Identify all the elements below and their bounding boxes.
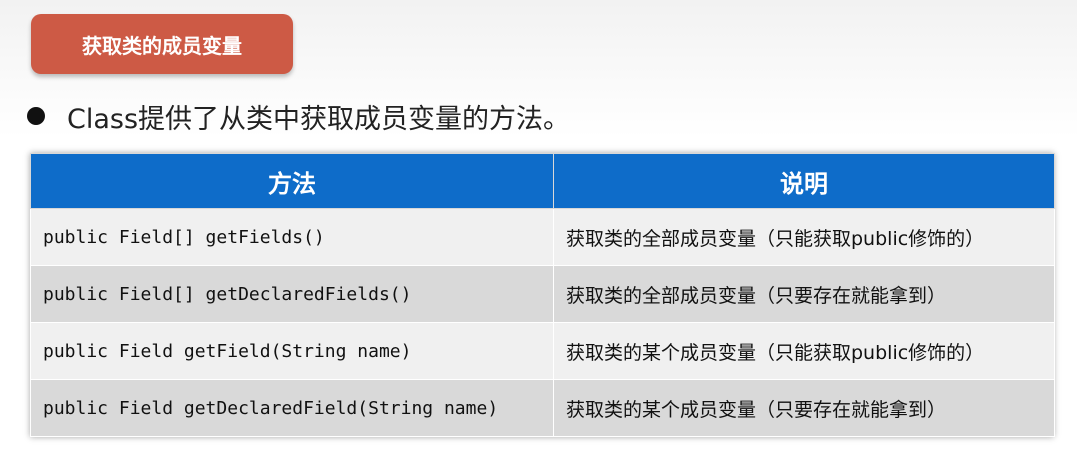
section-title-badge: 获取类的成员变量: [31, 14, 293, 74]
description-cell: 获取类的全部成员变量（只要存在就能拿到）: [553, 265, 1055, 323]
table-row: public Field[] getFields() 获取类的全部成员变量（只能…: [30, 208, 1055, 266]
header-description: 说明: [553, 153, 1055, 209]
description-cell: 获取类的全部成员变量（只能获取public修饰的）: [553, 208, 1055, 266]
table-row: public Field[] getDeclaredFields() 获取类的全…: [30, 265, 1055, 323]
bullet-point: Class提供了从类中获取成员变量的方法。: [27, 96, 570, 136]
bullet-text: Class提供了从类中获取成员变量的方法。: [67, 103, 571, 135]
methods-table: 方法 说明 public Field[] getFields() 获取类的全部成…: [30, 153, 1055, 437]
table-row: public Field getDeclaredField(String nam…: [30, 379, 1055, 437]
method-cell: public Field[] getDeclaredFields(): [30, 265, 554, 323]
bullet-icon: [27, 107, 45, 125]
method-cell: public Field[] getFields(): [30, 208, 554, 266]
method-cell: public Field getField(String name): [30, 322, 554, 380]
description-cell: 获取类的某个成员变量（只能获取public修饰的）: [553, 322, 1055, 380]
table-header-row: 方法 说明: [30, 153, 1055, 209]
description-cell: 获取类的某个成员变量（只要存在就能拿到）: [553, 379, 1055, 437]
header-method: 方法: [30, 153, 554, 209]
table-row: public Field getField(String name) 获取类的某…: [30, 322, 1055, 380]
method-cell: public Field getDeclaredField(String nam…: [30, 379, 554, 437]
